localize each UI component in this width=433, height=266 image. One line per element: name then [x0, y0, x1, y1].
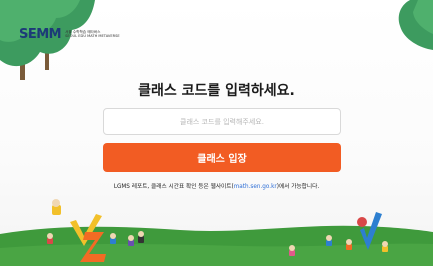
logo-subtitle-english: SEOUL EDU MATH METAVERSE [65, 33, 120, 38]
right-tree-illustration [398, 0, 433, 50]
website-notice: LGMS 레포트, 클래스 시간표 확인 등은 웹사이트(math.sen.go… [0, 181, 433, 190]
class-code-input[interactable] [103, 108, 341, 135]
notice-text-before: LGMS 레포트, 클래스 시간표 확인 등은 웹사이트( [113, 184, 234, 190]
logo-subtitle: 서울 수학학습 메타버스 SEOUL EDU MATH METAVERSE [65, 30, 120, 39]
notice-text-after: )에서 가능합니다. [276, 184, 320, 190]
logo-wordmark: SEMM [19, 27, 62, 42]
website-link[interactable]: math.sen.go.kr [234, 184, 277, 190]
page-title: 클래스 코드를 입력하세요. [138, 83, 295, 99]
enter-class-button[interactable]: 클래스 입장 [103, 143, 341, 172]
semm-logo: SEMM 서울 수학학습 메타버스 SEOUL EDU MATH METAVER… [19, 27, 120, 42]
